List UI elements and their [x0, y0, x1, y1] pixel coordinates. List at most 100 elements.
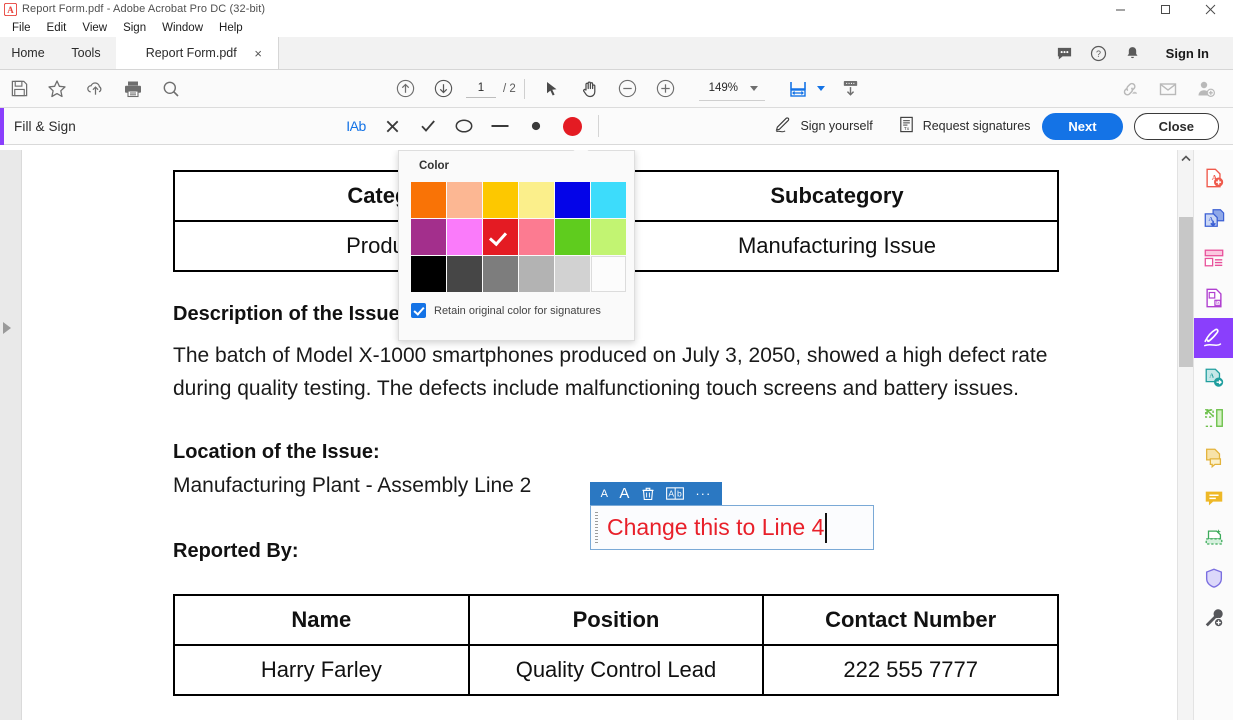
field-drag-handle[interactable] [595, 512, 598, 543]
line-tool[interactable] [482, 108, 518, 145]
close-button[interactable] [1188, 0, 1233, 18]
tab-report-form-pdf[interactable]: Report Form.pdf × [116, 37, 279, 69]
more-options-button[interactable]: ··· [695, 486, 711, 501]
cursor-select-icon[interactable] [533, 70, 571, 108]
send-for-comments-icon[interactable]: A [1194, 358, 1233, 398]
export-pdf-icon[interactable]: fx [1194, 278, 1233, 318]
color-swatch-black[interactable] [411, 256, 446, 292]
close-fill-sign-button[interactable]: Close [1133, 112, 1219, 140]
link-share-icon[interactable] [1111, 70, 1149, 108]
color-swatch-light-gray[interactable] [555, 256, 590, 292]
previous-page-button[interactable] [386, 70, 424, 108]
page-number-input[interactable] [466, 79, 496, 98]
menu-file[interactable]: File [4, 19, 39, 37]
menu-edit[interactable]: Edit [39, 19, 75, 37]
request-signatures-button[interactable]: Tx Request signatures [885, 108, 1043, 145]
cross-mark-tool[interactable] [374, 108, 410, 145]
menu-sign[interactable]: Sign [115, 19, 154, 37]
table-cell-subcategory-value: Manufacturing Issue [615, 220, 1059, 272]
minimize-button[interactable] [1098, 0, 1143, 18]
menu-help[interactable]: Help [211, 19, 251, 37]
help-question-icon[interactable]: ? [1082, 37, 1116, 70]
hand-pan-icon[interactable] [571, 70, 609, 108]
compress-pdf-icon[interactable] [1194, 398, 1233, 438]
menu-view[interactable]: View [74, 19, 115, 37]
page-scroll-icon[interactable] [829, 70, 873, 108]
print-icon[interactable] [114, 70, 152, 108]
fill-and-sign-tools: IAb [338, 108, 607, 145]
email-icon[interactable] [1149, 70, 1187, 108]
fill-and-sign-toolbar: Fill & Sign IAb Sign yourself Tx Request… [0, 107, 1233, 145]
current-color-swatch[interactable] [562, 116, 582, 136]
color-swatch-dark-gray[interactable] [447, 256, 482, 292]
color-swatch-light-green[interactable] [591, 219, 626, 255]
decrease-font-size-button[interactable]: A [601, 488, 608, 500]
fit-page-dropdown-caret-icon[interactable] [813, 70, 829, 108]
edit-pdf-icon[interactable] [1194, 438, 1233, 478]
menu-window[interactable]: Window [154, 19, 211, 37]
save-icon[interactable] [0, 70, 38, 108]
text-field-widget[interactable]: A A Ab ··· Change this to Line 4 [590, 482, 874, 550]
color-swatch-pale-yellow[interactable] [519, 182, 554, 218]
left-navigation-rail[interactable] [0, 150, 22, 720]
text-field-input-box[interactable]: Change this to Line 4 [590, 505, 874, 550]
tab-close-icon[interactable]: × [252, 47, 264, 60]
color-picker-tool[interactable] [554, 108, 590, 145]
color-swatch-pink[interactable] [519, 219, 554, 255]
circle-tool[interactable] [446, 108, 482, 145]
color-swatch-green[interactable] [555, 219, 590, 255]
add-person-icon[interactable] [1187, 70, 1225, 108]
protect-icon[interactable] [1194, 558, 1233, 598]
color-swatch-white[interactable] [591, 256, 626, 292]
color-swatch-peach[interactable] [447, 182, 482, 218]
sign-yourself-button[interactable]: Sign yourself [762, 108, 884, 145]
expand-left-panel-icon[interactable] [3, 322, 11, 334]
comment-icon[interactable] [1194, 478, 1233, 518]
retain-original-color-row[interactable]: Retain original color for signatures [411, 303, 634, 318]
color-swatch-gold[interactable] [483, 182, 518, 218]
search-icon[interactable] [152, 70, 190, 108]
increase-font-size-button[interactable]: A [619, 485, 629, 502]
color-swatch-purple[interactable] [411, 219, 446, 255]
fill-and-sign-icon[interactable] [1193, 318, 1233, 358]
color-swatch-medium-gray[interactable] [519, 256, 554, 292]
combine-files-icon[interactable]: A [1194, 198, 1233, 238]
scan-and-ocr-icon[interactable] [1194, 518, 1233, 558]
next-page-button[interactable] [424, 70, 462, 108]
delete-field-button[interactable] [641, 487, 655, 501]
color-swatch-cyan[interactable] [591, 182, 626, 218]
color-swatch-grid [411, 182, 634, 292]
color-swatch-magenta[interactable] [447, 219, 482, 255]
tab-tools[interactable]: Tools [56, 37, 116, 69]
upload-cloud-icon[interactable] [76, 70, 114, 108]
pen-sign-icon [774, 115, 793, 137]
maximize-button[interactable] [1143, 0, 1188, 18]
color-swatch-blue[interactable] [555, 182, 590, 218]
create-pdf-icon[interactable]: A [1194, 158, 1233, 198]
next-button[interactable]: Next [1042, 112, 1123, 140]
dot-tool[interactable] [518, 108, 554, 145]
color-picker-popup[interactable]: Color Retain original color for signatur… [398, 150, 635, 341]
zoom-out-icon[interactable] [609, 70, 647, 108]
add-text-tool[interactable]: IAb [338, 108, 374, 145]
color-swatch-red[interactable] [483, 219, 518, 255]
color-swatch-gray[interactable] [483, 256, 518, 292]
vertical-scrollbar[interactable] [1177, 150, 1193, 720]
zoom-level-control[interactable]: 149% [698, 77, 765, 101]
retain-original-color-checkbox[interactable] [411, 303, 426, 318]
text-color-button[interactable]: Ab [666, 487, 684, 500]
zoom-in-icon[interactable] [647, 70, 685, 108]
color-swatch-orange[interactable] [411, 182, 446, 218]
chevron-down-icon[interactable] [749, 85, 758, 91]
organize-pages-icon[interactable] [1194, 238, 1233, 278]
sign-in-button[interactable]: Sign In [1150, 37, 1223, 70]
more-tools-icon[interactable] [1194, 598, 1233, 638]
star-icon[interactable] [38, 70, 76, 108]
scroll-up-arrow-icon[interactable] [1178, 150, 1194, 166]
tab-home[interactable]: Home [0, 37, 56, 69]
check-mark-tool[interactable] [410, 108, 446, 145]
bell-notification-icon[interactable] [1116, 37, 1150, 70]
scrollbar-thumb[interactable] [1179, 217, 1193, 367]
comment-bubble-icon[interactable] [1048, 37, 1082, 70]
fit-page-icon[interactable] [783, 70, 813, 108]
